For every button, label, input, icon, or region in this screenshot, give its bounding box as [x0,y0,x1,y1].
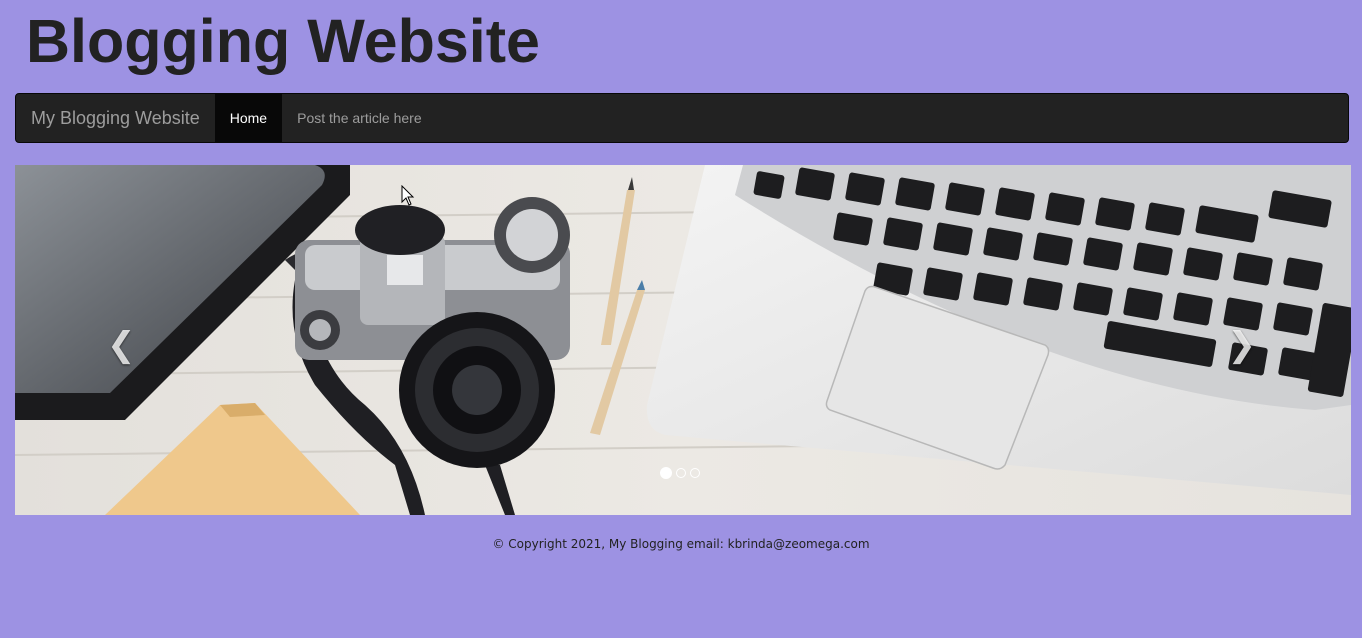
nav-item-post-article[interactable]: Post the article here [282,94,437,142]
image-carousel: ❮ ❯ [15,165,1351,515]
footer-copyright: © Copyright 2021, My Blogging email: kbr… [492,537,870,551]
carousel-indicator-2[interactable] [676,468,686,478]
chevron-right-icon[interactable]: ❯ [1228,325,1257,365]
carousel-slide-image [15,165,1351,515]
carousel-indicator-1[interactable] [660,467,672,479]
navbar: My Blogging Website Home Post the articl… [15,93,1349,143]
navbar-brand[interactable]: My Blogging Website [16,94,215,142]
mouse-cursor-icon [401,185,415,206]
carousel-indicators [660,467,700,479]
site-title: Blogging Website [26,7,540,75]
nav-item-home[interactable]: Home [214,94,283,142]
chevron-left-icon[interactable]: ❮ [107,325,136,365]
carousel-indicator-3[interactable] [690,468,700,478]
